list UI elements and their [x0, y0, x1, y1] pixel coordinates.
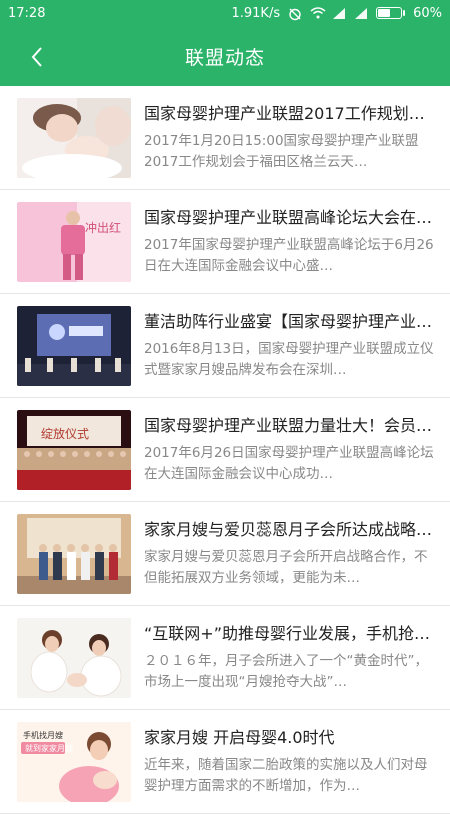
status-right: 1.91K/s 60%: [231, 6, 442, 21]
news-summary: 2017年国家母婴护理产业联盟高峰论坛于6月26日在大连国际金融会议中心盛…: [144, 236, 434, 274]
news-summary: 2016年8月13日，国家母婴护理产业联盟成立仪式暨家家月嫂品牌发布会在深圳…: [144, 340, 434, 378]
list-item[interactable]: 董洁助阵行业盛宴【国家母婴护理产业联盟成立】 2016年8月13日，国家母婴护理…: [0, 294, 450, 398]
news-summary: 2017年1月20日15:00国家母婴护理产业联盟2017工作规划会于福田区格兰…: [144, 132, 419, 170]
network-speed: 1.91K/s: [231, 5, 281, 21]
news-list: 国家母婴护理产业联盟2017工作规划会于福田区格兰云天 2017年1月20日15…: [0, 86, 450, 814]
status-time: 17:28: [8, 5, 46, 21]
news-thumbnail: 绽放仪式: [17, 409, 131, 490]
news-thumbnail: [17, 513, 131, 594]
news-title: 国家母婴护理产业联盟高峰论坛大会在大连国际金融会议中心盛大召开: [144, 207, 436, 227]
news-summary: 2017年6月26日国家母婴护理产业联盟高峰论坛在大连国际金融会议中心成功…: [144, 444, 434, 482]
list-item[interactable]: 家家月嫂与爱贝蕊恩月子会所达成战略合作 家家月嫂与爱贝蕊恩月子会所开启战略合作，…: [0, 502, 450, 606]
status-bar: 17:28 1.91K/s 60%: [0, 0, 450, 26]
svg-text:冲出红: 冲出红: [85, 220, 121, 235]
news-thumbnail: [17, 305, 131, 386]
news-thumbnail: [17, 97, 131, 178]
list-item[interactable]: 冲出红 国家母婴护理产业联盟高峰论坛大会在大连国际金融会议中心盛大召开 2017…: [0, 190, 450, 294]
svg-text:绽放仪式: 绽放仪式: [41, 426, 89, 441]
news-summary: 家家月嫂与爱贝蕊恩月子会所开启战略合作，不但能拓展双方业务领域，更能为未…: [144, 548, 428, 586]
signal-icon-2: [354, 7, 368, 19]
alarm-off-icon: [288, 7, 302, 21]
news-summary: 近年来，随着国家二胎政策的实施以及人们对母婴护理方面需求的不断增加，作为…: [144, 756, 428, 794]
back-chevron-icon: [31, 47, 42, 67]
news-summary: ２０１６年，月子会所进入了一个“黄金时代”，市场上一度出现“月嫂抢夺大战”…: [144, 652, 428, 690]
svg-text:手机找月嫂: 手机找月嫂: [23, 730, 63, 740]
page-title: 联盟动态: [184, 46, 265, 69]
signal-icon: [332, 7, 346, 19]
list-item[interactable]: 国家母婴护理产业联盟2017工作规划会于福田区格兰云天 2017年1月20日15…: [0, 86, 450, 190]
wifi-icon: [310, 7, 326, 19]
news-title: “互联网+”助推母婴行业发展，手机抢月嫂时代到来: [144, 623, 436, 643]
news-title: 家家月嫂与爱贝蕊恩月子会所达成战略合作: [144, 519, 436, 539]
back-button[interactable]: [22, 42, 52, 72]
list-item[interactable]: 绽放仪式 国家母婴护理产业联盟力量壮大！会员单位突破 2017年6月26日国家母…: [0, 398, 450, 502]
svg-text:就到家家月嫂: 就到家家月嫂: [25, 743, 73, 753]
news-title: 国家母婴护理产业联盟2017工作规划会于福田区格兰云天: [144, 103, 436, 123]
list-item[interactable]: “互联网+”助推母婴行业发展，手机抢月嫂时代到来 ２０１６年，月子会所进入了一个…: [0, 606, 450, 710]
news-thumbnail: [17, 617, 131, 698]
news-title: 董洁助阵行业盛宴【国家母婴护理产业联盟成立】: [144, 311, 436, 331]
battery-percent: 60%: [413, 5, 442, 21]
news-thumbnail: 冲出红: [17, 201, 131, 282]
battery-icon: [376, 7, 406, 19]
news-title: 家家月嫂 开启母婴4.0时代: [144, 727, 335, 747]
news-title: 国家母婴护理产业联盟力量壮大！会员单位突破: [144, 415, 436, 435]
app-bar: 联盟动态: [0, 26, 450, 86]
news-thumbnail: 手机找月嫂 就到家家月嫂: [17, 721, 131, 802]
list-item[interactable]: 手机找月嫂 就到家家月嫂 家家月嫂 开启母婴4.0时代 近年来，随着国家二胎政策…: [0, 710, 450, 814]
